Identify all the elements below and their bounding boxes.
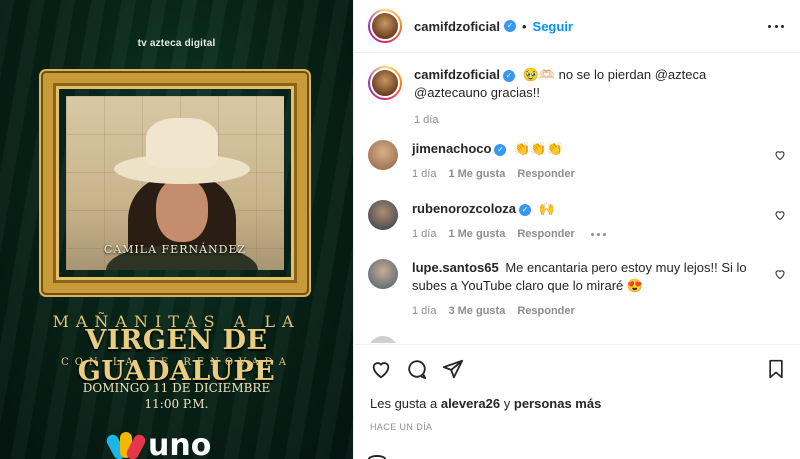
like-comment-icon[interactable]: [774, 268, 786, 280]
comment-username[interactable]: lupe.santos65: [412, 260, 499, 275]
share-icon[interactable]: [442, 358, 464, 380]
verified-icon: ✓: [502, 69, 515, 82]
liker-username[interactable]: alevera26: [441, 396, 500, 411]
comment-username[interactable]: jimenachoco: [412, 141, 491, 156]
separator: •: [521, 18, 527, 34]
reply-button[interactable]: Responder: [517, 302, 574, 320]
verified-icon: ✓: [503, 20, 516, 32]
like-comment-icon[interactable]: [774, 149, 786, 161]
portrait-photo: CAMILA FERNÁNDEZ: [66, 96, 284, 270]
reply-button[interactable]: Responder: [517, 165, 574, 183]
comment-options-icon[interactable]: [590, 225, 606, 243]
comment-time[interactable]: 1 día: [412, 165, 436, 183]
author-username[interactable]: camifdzoficial: [414, 19, 500, 34]
caption-time[interactable]: 1 día: [414, 111, 438, 129]
post-dialog: tv azteca digital CAMILA FERNÁNDEZ MAÑAN…: [0, 0, 800, 459]
post-sidebar: camifdzoficial ✓ • Seguir camifdzoficial…: [353, 0, 800, 459]
event-time: 11:00 P.M.: [144, 397, 209, 411]
comment-likes[interactable]: 1 Me gusta: [448, 165, 505, 183]
follow-button[interactable]: Seguir: [533, 19, 573, 34]
reply-button[interactable]: Responder: [517, 225, 574, 243]
channel-logo: uno: [104, 428, 211, 459]
commenter-avatar[interactable]: [368, 259, 398, 289]
portrait-caption: CAMILA FERNÁNDEZ: [103, 243, 247, 256]
comment-item: lupe.santos65 Me encantaria pero estoy m…: [368, 259, 786, 320]
bookmark-icon[interactable]: [766, 358, 786, 380]
headline-line2: VIRGEN DE GUADALUPE: [77, 325, 276, 387]
comment-text: 🙌: [538, 201, 555, 216]
comment-time[interactable]: 1 día: [412, 225, 436, 243]
comment-item: jimenachoco ✓ 👏👏👏 1 día 1 Me gusta Respon…: [368, 140, 786, 183]
gold-frame: CAMILA FERNÁNDEZ: [43, 73, 307, 293]
like-comment-icon[interactable]: [774, 209, 786, 221]
comment-likes[interactable]: 3 Me gusta: [448, 302, 505, 320]
comments-list[interactable]: camifdzoficial ✓ 🥹🫶🏻 no se lo pierdan @az…: [354, 54, 800, 343]
likes-summary: Les gusta a alevera26 y personas más: [370, 396, 602, 411]
event-date: DOMINGO 11 DE DICIEMBRE: [82, 381, 271, 395]
headline-line3: CON LA FE RENOVADA: [61, 357, 292, 368]
post-actions: Les gusta a alevera26 y personas más HAC…: [354, 344, 800, 432]
comment-icon[interactable]: [406, 358, 428, 380]
verified-icon: ✓: [494, 143, 507, 156]
commenter-avatar[interactable]: [368, 336, 398, 343]
comment-likes[interactable]: 1 Me gusta: [448, 225, 505, 243]
caption-avatar[interactable]: [368, 66, 402, 100]
emoji-icon[interactable]: [368, 455, 386, 459]
commenter-avatar[interactable]: [368, 140, 398, 170]
comment-text: 👏👏👏: [514, 141, 563, 156]
comment-item: [368, 336, 786, 343]
comment-time[interactable]: 1 día: [412, 302, 436, 320]
verified-icon: ✓: [519, 203, 532, 216]
brand-logo: tv azteca digital: [137, 38, 216, 49]
comment-item: rubenorozcoloza ✓ 🙌 1 día 1 Me gusta Resp…: [368, 200, 786, 243]
more-options-icon[interactable]: [768, 18, 784, 34]
post-timestamp[interactable]: HACE UN DÍA: [370, 422, 786, 432]
caption-username[interactable]: camifdzoficial: [414, 67, 500, 82]
post-caption: camifdzoficial ✓ 🥹🫶🏻 no se lo pierdan @az…: [368, 66, 786, 129]
caption-emoji: 🥹🫶🏻: [522, 67, 555, 82]
post-header: camifdzoficial ✓ • Seguir: [354, 0, 800, 53]
author-avatar[interactable]: [368, 9, 402, 43]
other-likers-link[interactable]: personas más: [514, 396, 601, 411]
commenter-avatar[interactable]: [368, 200, 398, 230]
like-icon[interactable]: [370, 358, 392, 380]
comment-username[interactable]: rubenorozcoloza: [412, 201, 516, 216]
post-image[interactable]: tv azteca digital CAMILA FERNÁNDEZ MAÑAN…: [0, 0, 353, 459]
